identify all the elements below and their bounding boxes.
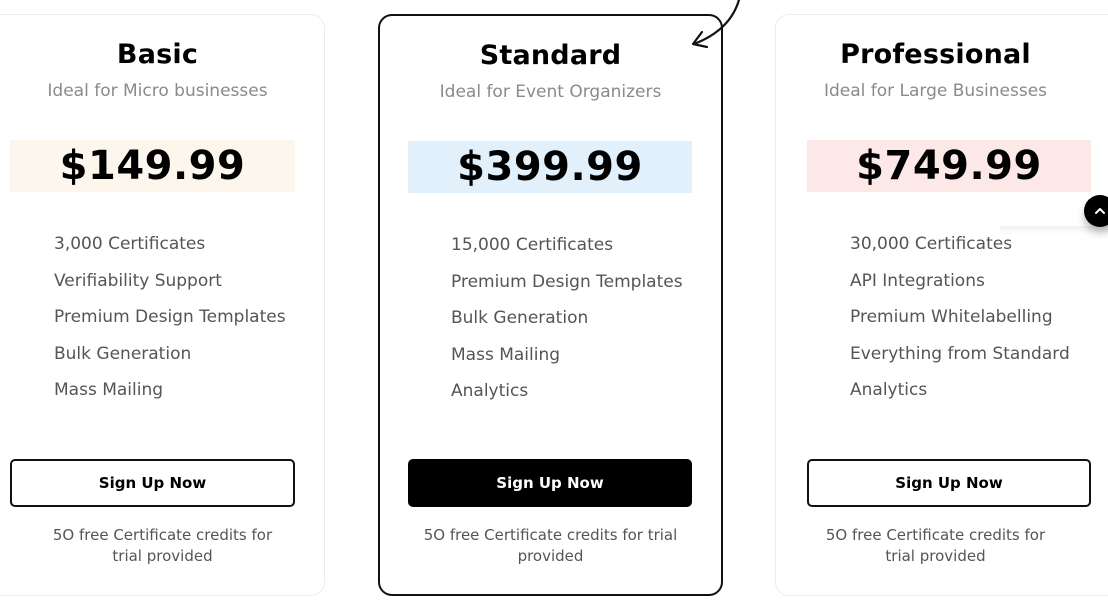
feature-item: Everything from Standard [850,343,1070,364]
sign-up-button-basic[interactable]: Sign Up Now [10,459,295,507]
plan-title: Standard [479,40,622,71]
plan-card-professional: Professional Ideal for Large Businesses … [775,14,1108,596]
trial-note: 5O free Certificate credits for trial pr… [825,526,1046,565]
plan-card-basic: Basic Ideal for Micro businesses $149.99… [0,14,325,596]
curved-arrow-icon [691,0,740,49]
scroll-to-top-button[interactable] [1084,195,1108,227]
chevron-up-icon [1095,208,1105,214]
plan-subtitle: Ideal for Large Businesses [823,81,1048,101]
plan-price: $399.99 [408,141,692,193]
feature-item: Analytics [451,381,529,401]
scroll-shadow [1000,226,1108,234]
feature-list: 15,000 Certificates Premium Design Templ… [451,234,683,417]
sign-up-button-standard[interactable]: Sign Up Now [408,459,692,507]
trial-note: 5O free Certificate credits for trial pr… [52,526,273,565]
feature-item: Mass Mailing [54,380,164,400]
trial-note: 5O free Certificate credits for trial pr… [423,526,678,565]
plan-subtitle: Ideal for Micro businesses [47,81,268,101]
feature-item: Verifiability Support [54,270,222,291]
feature-list: 30,000 Certificates API Integrations Pre… [850,233,1070,416]
feature-item: 30,000 Certificates [850,234,1013,254]
feature-item: 15,000 Certificates [451,235,614,255]
feature-item: 3,000 Certificates [54,234,206,254]
plan-subtitle: Ideal for Event Organizers [439,82,662,102]
feature-item: Bulk Generation [54,343,192,364]
plan-title: Professional [840,39,1031,70]
feature-item: Premium Design Templates [451,271,683,292]
plan-price: $749.99 [807,140,1091,192]
feature-item: Bulk Generation [451,308,589,328]
feature-item: Premium Design Templates [54,307,286,327]
feature-item: Analytics [850,380,928,400]
feature-item: API Integrations [850,270,985,291]
plan-price: $149.99 [10,140,295,192]
plan-card-standard: Standard Ideal for Event Organizers $399… [378,14,723,596]
feature-item: Mass Mailing [451,344,561,365]
plan-title: Basic [116,39,199,70]
feature-list: 3,000 Certificates Verifiability Support… [54,233,286,416]
sign-up-button-professional[interactable]: Sign Up Now [807,459,1091,507]
feature-item: Premium Whitelabelling [850,307,1053,327]
